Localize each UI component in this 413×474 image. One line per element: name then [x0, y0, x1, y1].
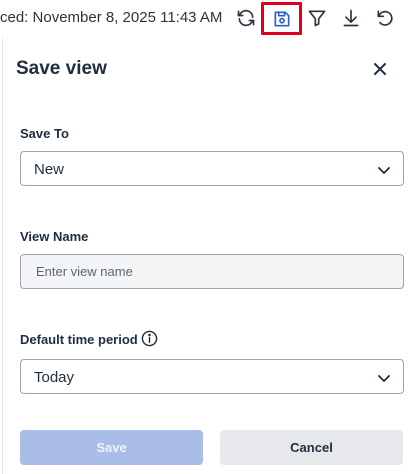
refresh-button[interactable] [231, 4, 261, 32]
filter-button[interactable] [302, 4, 332, 32]
save-button[interactable]: Save [20, 430, 203, 465]
default-time-period-value: Today [34, 369, 75, 386]
save-to-value: New [34, 161, 65, 178]
download-button[interactable] [336, 4, 366, 32]
info-icon[interactable] [141, 330, 158, 347]
save-icon [274, 11, 289, 26]
chevron-down-icon [378, 375, 390, 382]
save-view-panel: Save view Save To New View Name Default … [2, 38, 413, 474]
refresh-icon [237, 9, 255, 27]
save-view-button[interactable] [261, 2, 302, 35]
last-updated-text: ced: November 8, 2025 11:43 AM [0, 9, 223, 26]
cancel-button[interactable]: Cancel [220, 430, 403, 465]
undo-button[interactable] [370, 4, 400, 32]
download-icon [343, 9, 359, 27]
close-button[interactable] [369, 58, 391, 80]
view-name-label: View Name [20, 229, 89, 244]
panel-title: Save view [16, 58, 107, 79]
view-name-input[interactable] [20, 254, 404, 289]
undo-icon [377, 10, 393, 26]
default-time-period-select[interactable]: Today [20, 359, 404, 394]
save-to-select[interactable]: New [20, 151, 404, 186]
filter-icon [308, 10, 326, 27]
close-icon [374, 63, 386, 75]
chevron-down-icon [378, 167, 390, 174]
default-time-period-label: Default time period [20, 332, 138, 347]
toolbar: ced: November 8, 2025 11:43 AM [0, 0, 413, 38]
save-to-label: Save To [20, 126, 69, 141]
